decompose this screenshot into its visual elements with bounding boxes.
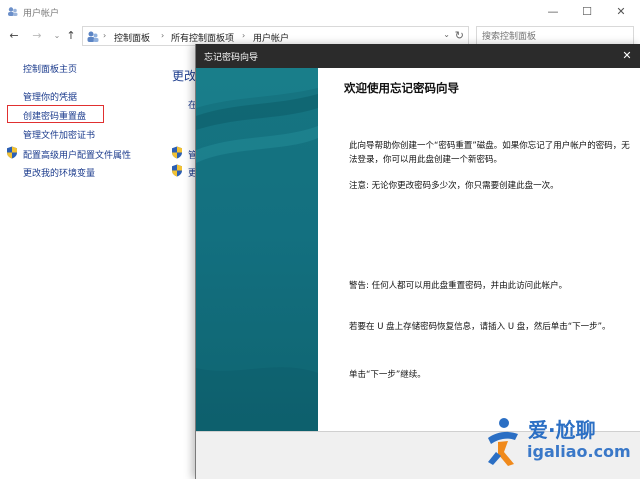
sidebar-item-encryption-certs[interactable]: 管理文件加密证书 bbox=[23, 128, 95, 141]
search-box[interactable] bbox=[476, 26, 634, 46]
intro-paragraph: 此向导帮助你创建一个“密码重置”磁盘。如果你忘记了用户帐户的密码，无法登录，你可… bbox=[349, 141, 630, 165]
breadcrumb-separator-icon: › bbox=[161, 31, 165, 40]
watermark-domain-text: igaliao.com bbox=[527, 442, 631, 461]
maximize-button[interactable]: ☐ bbox=[572, 2, 602, 22]
back-arrow-icon[interactable]: ← bbox=[7, 28, 21, 44]
usb-instruction-paragraph: 若要在 U 盘上存储密码恢复信息，请插入 U 盘，然后单击“下一步”。 bbox=[349, 322, 611, 332]
minimize-button[interactable]: — bbox=[538, 2, 568, 22]
recent-locations-chevron-icon[interactable]: ⌄ bbox=[50, 28, 64, 44]
site-watermark: 爱·尬聊 igaliao.com bbox=[480, 412, 640, 474]
dialog-titlebar: 忘记密码向导 ✕ bbox=[196, 44, 640, 68]
main-heading: 更改 bbox=[172, 69, 197, 83]
window-titlebar: 用户帐户 — ☐ ✕ bbox=[0, 0, 640, 24]
sidebar-item-home[interactable]: 控制面板主页 bbox=[23, 62, 77, 75]
welcome-title: 欢迎使用忘记密码向导 bbox=[344, 81, 459, 95]
wave-decoration-icon bbox=[196, 68, 318, 431]
search-input[interactable] bbox=[482, 30, 632, 43]
address-history-chevron-icon[interactable]: ⌄ bbox=[443, 30, 450, 39]
sidebar-item-label: 创建密码重置盘 bbox=[23, 112, 87, 122]
breadcrumb-user-accounts[interactable]: 用户帐户 bbox=[253, 31, 289, 44]
up-arrow-icon[interactable]: ↑ bbox=[64, 28, 78, 44]
dialog-close-button[interactable]: ✕ bbox=[616, 46, 638, 66]
sidebar-item-env-variables[interactable]: 更改我的环境变量 bbox=[23, 166, 95, 179]
shield-icon bbox=[172, 164, 182, 177]
shield-icon bbox=[7, 146, 17, 159]
next-instruction-paragraph: 单击“下一步”继续。 bbox=[349, 370, 426, 380]
warning-paragraph: 警告: 任何人都可以用此盘重置密码，并由此访问此帐户。 bbox=[349, 281, 568, 291]
running-figure-logo-icon bbox=[488, 418, 518, 466]
breadcrumb-control-panel[interactable]: 控制面板 bbox=[114, 31, 150, 44]
wizard-banner-image bbox=[196, 68, 318, 431]
forward-arrow-icon[interactable]: → bbox=[30, 28, 44, 44]
dialog-title: 忘记密码向导 bbox=[204, 53, 259, 63]
control-panel-icon bbox=[87, 31, 99, 42]
shield-icon bbox=[172, 146, 182, 159]
user-accounts-icon bbox=[8, 7, 18, 16]
breadcrumb-separator-icon: › bbox=[103, 31, 107, 40]
refresh-icon[interactable]: ↻ bbox=[455, 29, 464, 42]
sidebar-item-credentials[interactable]: 管理你的凭据 bbox=[23, 90, 77, 103]
sidebar-item-advanced-profile[interactable]: 配置高级用户配置文件属性 bbox=[23, 148, 131, 161]
wizard-content: 欢迎使用忘记密码向导 此向导帮助你创建一个“密码重置”磁盘。如果你忘记了用户帐户… bbox=[318, 68, 640, 431]
close-button[interactable]: ✕ bbox=[606, 2, 636, 22]
watermark-chinese-text: 爱·尬聊 bbox=[528, 418, 596, 442]
note-paragraph: 注意: 无论你更改密码多少次，你只需要创建此盘一次。 bbox=[349, 181, 559, 191]
window-title: 用户帐户 bbox=[23, 9, 60, 19]
breadcrumb-separator-icon: › bbox=[242, 31, 246, 40]
sidebar-item-create-reset-disk[interactable]: 创建密码重置盘 bbox=[7, 105, 104, 123]
breadcrumb-all-items[interactable]: 所有控制面板项 bbox=[171, 31, 234, 44]
address-bar[interactable]: › 控制面板 › 所有控制面板项 › 用户帐户 ⌄ ↻ bbox=[82, 26, 469, 46]
